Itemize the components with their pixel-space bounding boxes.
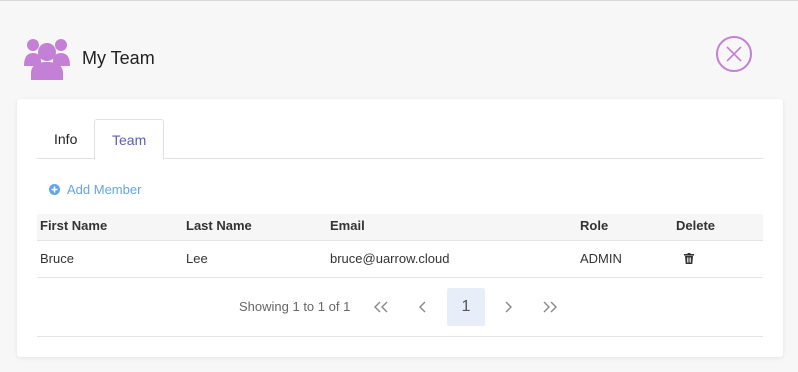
next-page-button[interactable] <box>489 288 527 326</box>
team-table: First Name Last Name Email Role Delete B… <box>37 214 763 278</box>
table-header: First Name Last Name Email Role Delete <box>37 214 763 241</box>
table-row: Bruce Lee bruce@uarrow.cloud ADMIN <box>37 241 763 278</box>
pagination-summary: Showing 1 to 1 of 1 <box>239 299 351 314</box>
last-page-button[interactable] <box>531 288 569 326</box>
close-circle-icon <box>726 46 742 62</box>
column-header-delete: Delete <box>676 218 716 233</box>
modal-header: My Team <box>0 1 798 101</box>
cell-last-name: Lee <box>186 251 208 266</box>
tab-info[interactable]: Info <box>37 119 94 159</box>
trash-icon[interactable] <box>684 253 694 264</box>
tab-team[interactable]: Team <box>94 119 165 160</box>
cell-role: ADMIN <box>580 251 622 266</box>
column-header-email[interactable]: Email <box>330 214 365 238</box>
cell-email: bruce@uarrow.cloud <box>330 251 450 266</box>
previous-page-button[interactable] <box>404 288 442 326</box>
page-button-current[interactable]: 1 <box>447 288 485 326</box>
pagination: Showing 1 to 1 of 1 1 <box>37 287 763 337</box>
team-users-icon <box>24 39 70 80</box>
column-header-first-name[interactable]: First Name <box>40 214 107 238</box>
team-card: Info Team Add Member First Name Last Nam… <box>17 99 783 357</box>
add-member-label: Add Member <box>67 182 142 197</box>
first-page-button[interactable] <box>362 288 400 326</box>
tab-bar: Info Team <box>37 119 763 160</box>
chevron-left-icon <box>419 301 426 313</box>
team-modal: My Team Info Team Add Member First Name … <box>0 0 798 372</box>
modal-title: My Team <box>82 48 155 68</box>
cell-first-name: Bruce <box>40 251 74 266</box>
plus-circle-icon <box>49 184 60 195</box>
double-chevron-right-icon <box>543 301 557 313</box>
double-chevron-left-icon <box>374 301 388 313</box>
chevron-right-icon <box>505 301 512 313</box>
column-header-role[interactable]: Role <box>580 214 608 238</box>
add-member-button[interactable]: Add Member <box>49 182 141 197</box>
column-header-last-name[interactable]: Last Name <box>186 214 252 238</box>
close-button[interactable] <box>716 36 752 72</box>
